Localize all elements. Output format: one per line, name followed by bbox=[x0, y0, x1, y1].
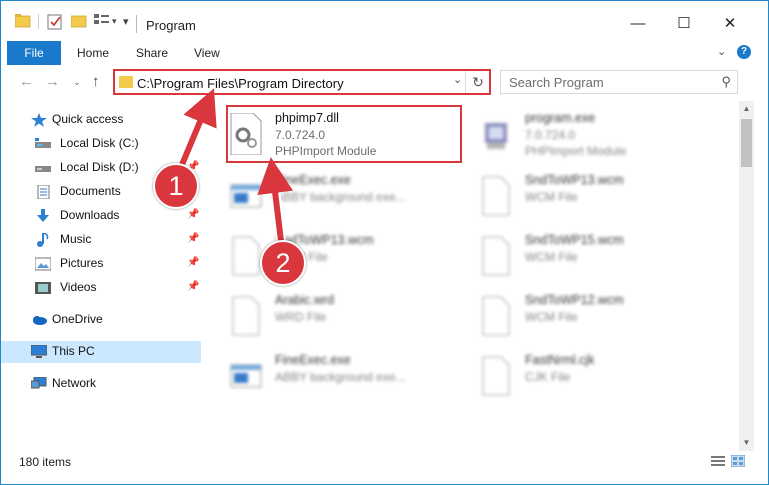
step-1-badge: 1 bbox=[153, 163, 199, 209]
arrow-to-dll-file bbox=[257, 157, 294, 246]
annotation-arrows bbox=[176, 88, 294, 246]
arrow-to-address-bar bbox=[176, 88, 217, 172]
file-explorer-window: ▾ ▾ Program — ☐ ✕ File Home Share View ⌄… bbox=[0, 0, 769, 485]
step-2-badge: 2 bbox=[260, 240, 306, 286]
